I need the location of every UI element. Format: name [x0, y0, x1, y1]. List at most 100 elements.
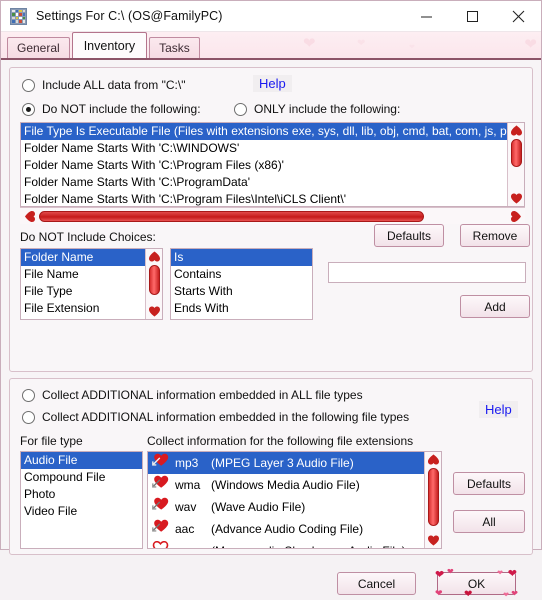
decorative-heart-icon: ❤ [435, 588, 443, 599]
defaults-button-extensions[interactable]: Defaults [453, 472, 525, 495]
operator-choice-row[interactable]: Ends With [171, 300, 312, 317]
extension-name: mp3 [175, 454, 205, 473]
radio-include-all[interactable] [22, 79, 35, 92]
extension-row[interactable]: aac (Advance Audio Coding File) [148, 518, 424, 540]
rules-scroll-thumb[interactable] [511, 139, 522, 167]
heart-arrow-checked-icon[interactable] [152, 519, 169, 539]
ok-button[interactable]: ❤ ❤ ❤ ❤ ❤ ❤ ❤ ❤ OK [437, 572, 516, 595]
decorative-heart-icon: ❤ [511, 589, 518, 598]
close-button[interactable] [495, 1, 541, 32]
scroll-up-heart-icon[interactable] [426, 452, 441, 466]
extension-row[interactable]: wav (Wave Audio File) [148, 496, 424, 518]
operator-choices-list[interactable]: Is Contains Starts With Ends With [170, 248, 313, 320]
tab-label: Tasks [159, 41, 190, 55]
remove-button-label: Remove [473, 229, 518, 243]
tab-label: General [17, 41, 60, 55]
file-type-row[interactable]: Audio File [21, 452, 142, 469]
field-choices-scrollbar[interactable] [145, 249, 162, 319]
help-link-inclusion[interactable]: Help [253, 75, 292, 92]
radio-embedded-following[interactable] [22, 411, 35, 424]
file-type-list[interactable]: Audio File Compound File Photo Video Fil… [20, 451, 143, 549]
scroll-down-heart-icon[interactable] [426, 533, 441, 547]
field-scroll-thumb[interactable] [149, 265, 160, 295]
rules-vertical-scrollbar[interactable] [507, 123, 524, 206]
extension-row[interactable]: swa (Macromedia Shockwave Audio File) [148, 540, 424, 548]
field-choice-row[interactable]: File Size [21, 317, 145, 319]
decorative-heart-icon: ❤ [447, 567, 454, 576]
extensions-scrollbar[interactable] [424, 452, 441, 548]
file-type-row[interactable]: Compound File [21, 469, 142, 486]
extensions-scroll-thumb[interactable] [428, 468, 439, 526]
rule-row[interactable]: Folder Name Starts With 'C:\Program File… [21, 191, 507, 206]
decorative-heart-icon: ❤ [357, 38, 365, 49]
rule-row[interactable]: File Type Is Executable File (Files with… [21, 123, 507, 140]
help-link-embedded[interactable]: Help [479, 401, 518, 418]
radio-embedded-all-row[interactable]: Collect ADDITIONAL information embedded … [22, 388, 363, 402]
heart-arrow-checked-icon[interactable] [152, 453, 169, 473]
scroll-left-heart-icon[interactable] [22, 209, 37, 223]
operator-choice-row[interactable]: Starts With [171, 283, 312, 300]
inclusion-rules-list[interactable]: File Type Is Executable File (Files with… [20, 122, 525, 207]
tab-inventory[interactable]: Inventory [72, 32, 147, 58]
decorative-heart-icon: ❤ [497, 569, 503, 577]
radio-do-not-include-row[interactable]: Do NOT include the following: [22, 102, 201, 116]
file-extensions-list[interactable]: mp3 (MPEG Layer 3 Audio File) wma [147, 451, 442, 549]
extension-row[interactable]: wma (Windows Media Audio File) [148, 474, 424, 496]
operator-choice-row[interactable]: Is [171, 249, 312, 266]
remove-button[interactable]: Remove [460, 224, 530, 247]
all-button[interactable]: All [453, 510, 525, 533]
radio-include-all-label: Include ALL data from "C:\" [42, 78, 185, 92]
operator-choice-row[interactable]: Contains [171, 266, 312, 283]
field-choice-row[interactable]: File Name [21, 266, 145, 283]
rules-horizontal-scrollbar[interactable] [20, 207, 525, 224]
decorative-heart-icon: ❤ [503, 591, 509, 599]
tab-general[interactable]: General [7, 37, 70, 58]
scroll-down-heart-icon[interactable] [147, 304, 162, 318]
file-type-row[interactable]: Video File [21, 503, 142, 520]
radio-do-not-include[interactable] [22, 103, 35, 116]
decorative-heart-icon: ❤ [508, 567, 517, 580]
add-button[interactable]: Add [460, 295, 530, 318]
rule-row[interactable]: Folder Name Starts With 'C:\ProgramData' [21, 174, 507, 191]
rules-hscroll-thumb[interactable] [39, 211, 424, 222]
heart-outline-unchecked-icon[interactable] [152, 541, 169, 548]
tab-tasks[interactable]: Tasks [149, 37, 200, 58]
radio-only-include[interactable] [234, 103, 247, 116]
extension-description: (Advance Audio Coding File) [211, 520, 363, 539]
extension-name: swa [175, 542, 205, 549]
extension-row[interactable]: mp3 (MPEG Layer 3 Audio File) [148, 452, 424, 474]
heart-arrow-checked-icon[interactable] [152, 475, 169, 495]
radio-only-include-row[interactable]: ONLY include the following: [234, 102, 400, 116]
radio-embedded-following-row[interactable]: Collect ADDITIONAL information embedded … [22, 410, 409, 424]
add-button-label: Add [484, 300, 505, 314]
maximize-button[interactable] [449, 1, 495, 32]
radio-include-all-row[interactable]: Include ALL data from "C:\" [22, 78, 185, 92]
radio-embedded-all[interactable] [22, 389, 35, 402]
scroll-up-heart-icon[interactable] [509, 123, 524, 137]
defaults-button-rules[interactable]: Defaults [374, 224, 444, 247]
scroll-up-heart-icon[interactable] [147, 249, 162, 263]
field-choice-row[interactable]: File Extension [21, 300, 145, 317]
field-choice-row[interactable]: File Type [21, 283, 145, 300]
minimize-button[interactable] [403, 1, 449, 32]
field-choices-list[interactable]: Folder Name File Name File Type File Ext… [20, 248, 163, 320]
scroll-right-heart-icon[interactable] [508, 209, 523, 223]
rule-row[interactable]: Folder Name Starts With 'C:\Program File… [21, 157, 507, 174]
file-type-row[interactable]: Photo [21, 486, 142, 503]
field-choice-row[interactable]: Folder Name [21, 249, 145, 266]
rule-value-input[interactable] [328, 262, 526, 283]
embedded-info-group: Collect ADDITIONAL information embedded … [9, 378, 533, 555]
cancel-button[interactable]: Cancel [337, 572, 416, 595]
rule-row[interactable]: Folder Name Starts With 'C:\WINDOWS' [21, 140, 507, 157]
extension-description: (Windows Media Audio File) [211, 476, 360, 495]
tab-strip: ❤ ❤ ❤ ❤ ❤ General Inventory Tasks [1, 32, 541, 58]
scroll-down-heart-icon[interactable] [509, 191, 524, 205]
decorative-heart-icon: ❤ [303, 34, 316, 52]
decorative-heart-icon: ❤ [464, 589, 472, 600]
radio-do-not-include-label: Do NOT include the following: [42, 102, 201, 116]
defaults-button-label: Defaults [387, 229, 431, 243]
app-mosaic-icon [10, 8, 27, 25]
inventory-tab-panel: Include ALL data from "C:\" Help Do NOT … [1, 58, 541, 549]
heart-arrow-checked-icon[interactable] [152, 497, 169, 517]
extension-name: aac [175, 520, 205, 539]
